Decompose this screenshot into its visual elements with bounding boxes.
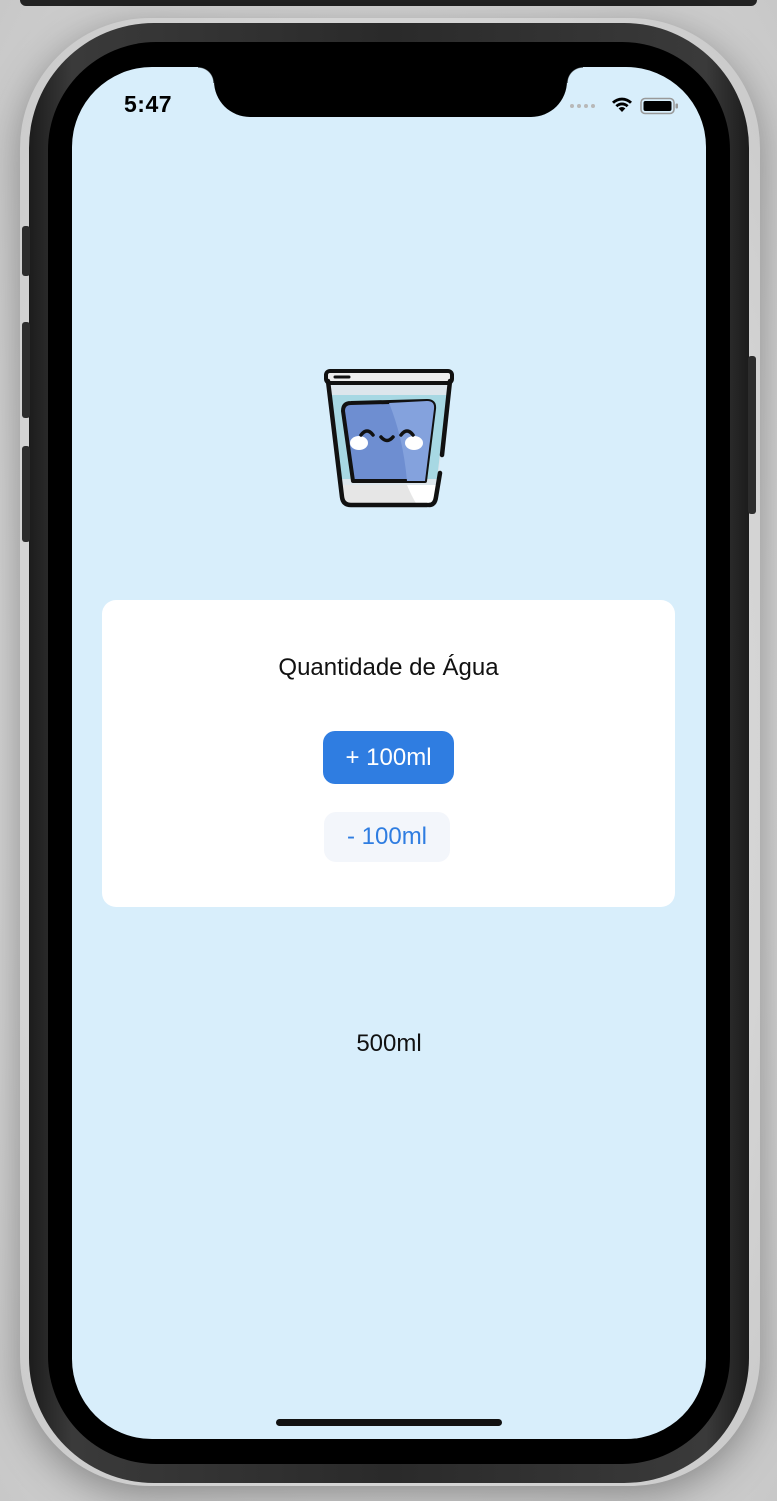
status-icons	[570, 95, 682, 115]
mute-switch	[22, 226, 30, 276]
power-button	[748, 356, 756, 514]
add-100ml-button[interactable]: + 100ml	[323, 731, 454, 784]
device-notch	[198, 67, 583, 117]
status-time: 5:47	[124, 91, 173, 117]
remove-100ml-button[interactable]: - 100ml	[324, 812, 450, 862]
home-indicator[interactable]	[276, 1419, 502, 1426]
volume-up-button	[22, 322, 30, 418]
volume-down-button	[22, 446, 30, 542]
card-title: Quantidade de Água	[278, 654, 499, 681]
water-amount-value: 500ml	[356, 1030, 422, 1057]
wifi-icon	[612, 97, 632, 112]
battery-icon	[640, 97, 678, 115]
simulator-top-edge	[20, 0, 757, 6]
cellular-signal-icon	[570, 104, 595, 108]
app-screen: 5:47 Quantidade de Água + 100ml - 100ml …	[72, 67, 706, 1439]
water-glass-icon	[324, 369, 454, 508]
water-amount-card: Quantidade de Água + 100ml - 100ml	[102, 600, 675, 907]
